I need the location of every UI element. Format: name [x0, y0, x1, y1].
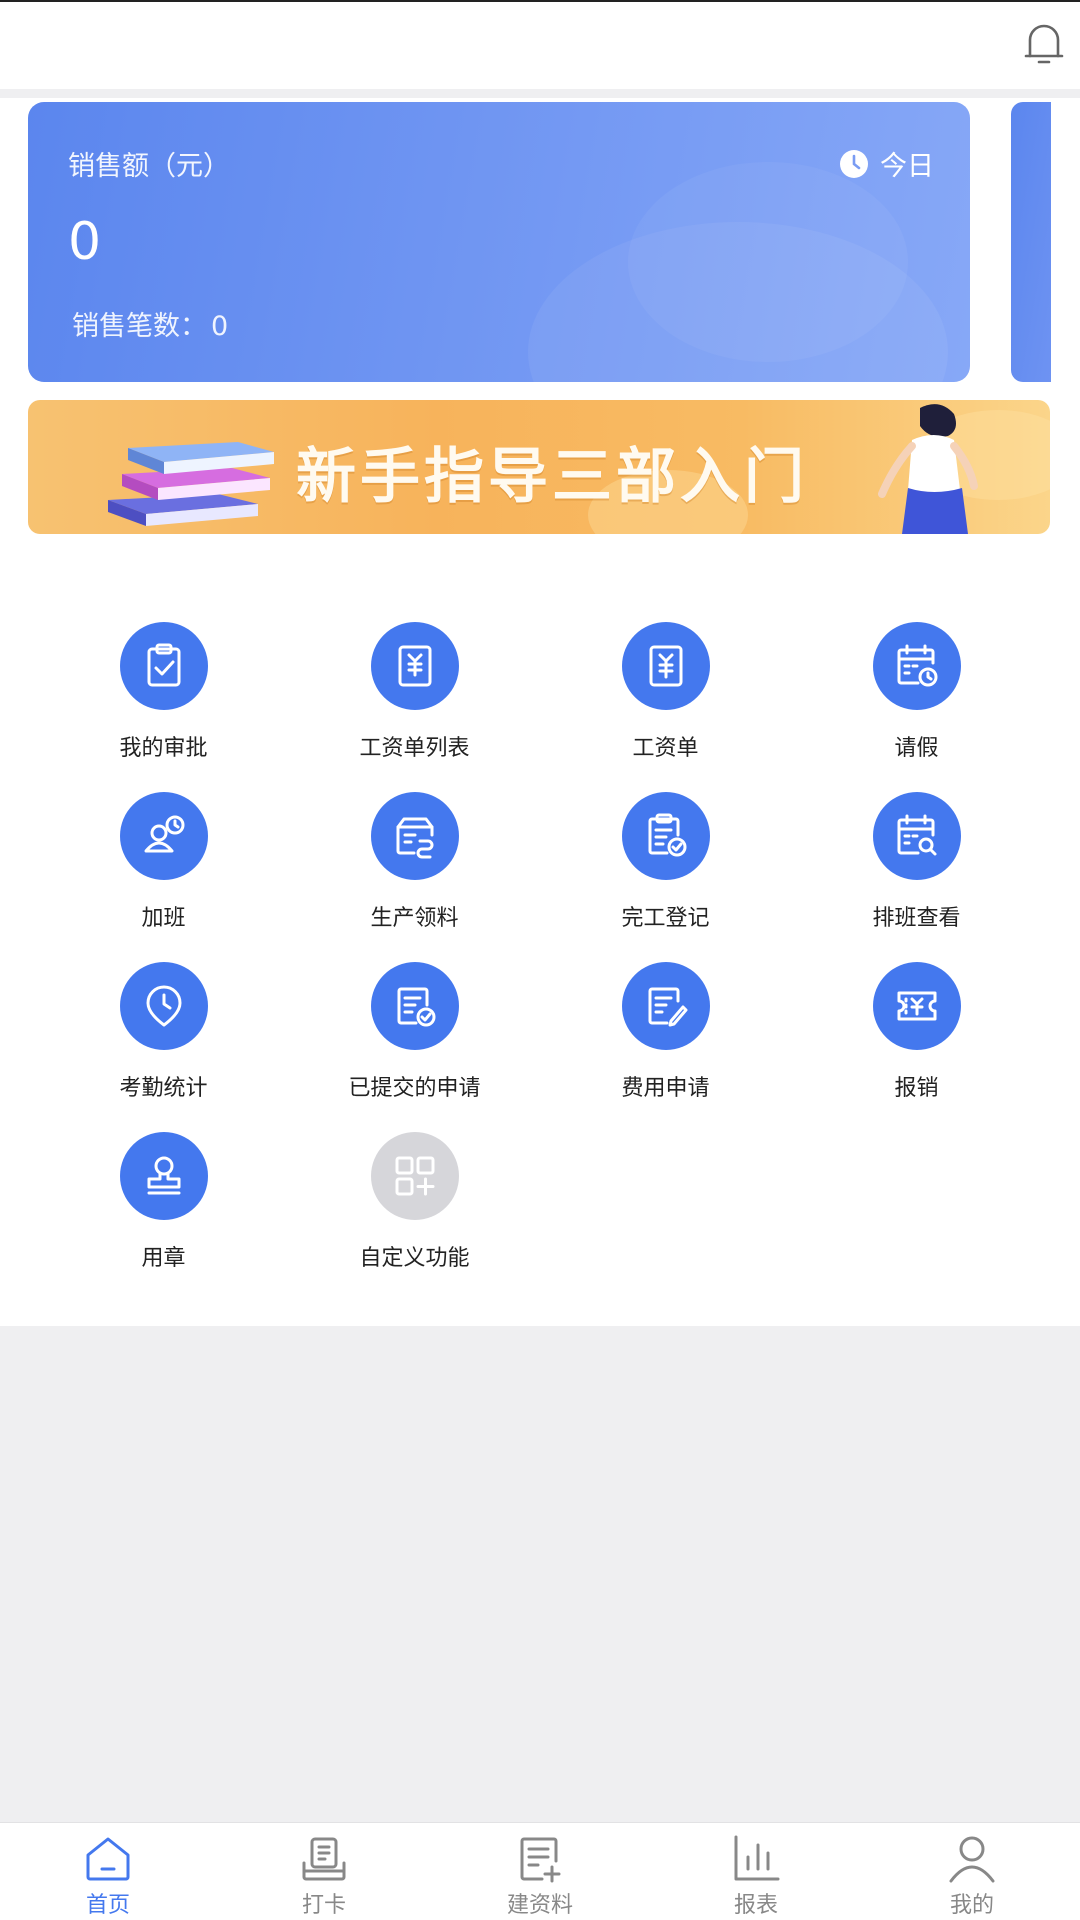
report-chart-icon	[734, 1835, 780, 1881]
function-payroll-list[interactable]: 工资单列表	[289, 622, 540, 792]
books-illustration-icon	[108, 442, 274, 526]
tab-label: 建资料	[506, 1893, 573, 1918]
function-overtime[interactable]: 加班	[38, 792, 289, 962]
attendance-clock-icon	[119, 962, 208, 1050]
approval-clipboard-icon	[119, 622, 208, 710]
function-material-requisition[interactable]: 生产领料	[289, 792, 540, 962]
submitted-application-icon	[370, 962, 459, 1050]
home-icon	[86, 1837, 130, 1881]
payslip-icon	[621, 622, 710, 710]
custom-add-icon	[370, 1132, 459, 1220]
function-custom[interactable]: 自定义功能	[289, 1132, 540, 1302]
function-label: 加班	[141, 906, 186, 931]
function-grid: 我的审批 工资单列表 工资单 请假 加班 生产领料 完工登记 排班查看 考勤统计…	[0, 622, 1080, 1302]
tab-home[interactable]: 首页	[0, 1823, 216, 1920]
function-label: 生产领料	[370, 906, 459, 931]
app-screen: 销售额（元） 今日 0 销售笔数： 0 新手指导三部入门 我的审批 工资单列表 …	[0, 0, 1080, 1920]
function-reimbursement[interactable]: 报销	[791, 962, 1042, 1132]
function-label: 工资单列表	[359, 736, 470, 761]
tab-create-data[interactable]: 建资料	[432, 1823, 648, 1920]
tab-punch[interactable]: 打卡	[216, 1823, 432, 1920]
payroll-list-icon	[370, 622, 459, 710]
expense-application-icon	[621, 962, 710, 1050]
sales-count: 销售笔数： 0	[68, 304, 228, 343]
create-document-icon	[520, 1837, 561, 1883]
tab-mine[interactable]: 我的	[864, 1823, 1080, 1920]
function-label: 工资单	[632, 736, 699, 761]
sales-amount-title: 销售额（元）	[68, 151, 230, 182]
function-leave[interactable]: 请假	[791, 622, 1042, 792]
seal-stamp-icon	[119, 1132, 208, 1220]
function-expense-application[interactable]: 费用申请	[540, 962, 791, 1132]
punch-card-icon	[302, 1837, 346, 1881]
schedule-search-icon	[872, 792, 961, 880]
next-card-peek[interactable]	[1011, 102, 1051, 382]
function-schedule-view[interactable]: 排班查看	[791, 792, 1042, 962]
bottom-tab-bar: 首页 打卡 建资料 报表 我的	[0, 1822, 1080, 1920]
function-label: 用章	[141, 1246, 186, 1271]
function-label: 考勤统计	[119, 1076, 208, 1101]
sales-count-value: 0	[211, 311, 229, 342]
notification-bell-icon[interactable]	[1022, 20, 1066, 68]
clock-icon	[840, 149, 868, 178]
woman-illustration-icon	[878, 404, 978, 534]
function-label: 请假	[894, 736, 939, 761]
tab-label: 打卡	[301, 1893, 346, 1918]
guide-banner[interactable]: 新手指导三部入门	[28, 400, 1050, 534]
function-label: 报销	[894, 1076, 939, 1101]
function-completion-registration[interactable]: 完工登记	[540, 792, 791, 962]
function-label: 排班查看	[872, 906, 961, 931]
function-label: 费用申请	[621, 1076, 710, 1101]
function-attendance-stats[interactable]: 考勤统计	[38, 962, 289, 1132]
overtime-icon	[119, 792, 208, 880]
function-label: 我的审批	[119, 736, 208, 761]
reimbursement-icon	[872, 962, 961, 1050]
leave-calendar-icon	[872, 622, 961, 710]
tab-label: 我的	[949, 1893, 994, 1918]
profile-icon	[949, 1836, 995, 1883]
function-label: 自定义功能	[359, 1246, 470, 1271]
period-label: 今日	[880, 151, 934, 182]
function-payslip[interactable]: 工资单	[540, 622, 791, 792]
function-label: 完工登记	[621, 906, 710, 931]
function-submitted-applications[interactable]: 已提交的申请	[289, 962, 540, 1132]
period-selector[interactable]: 今日	[838, 144, 934, 183]
sales-summary-card[interactable]: 销售额（元） 今日 0 销售笔数： 0	[28, 102, 970, 382]
completion-registration-icon	[621, 792, 710, 880]
tab-label: 首页	[85, 1893, 130, 1918]
banner-title: 新手指导三部入门	[296, 442, 808, 512]
material-requisition-icon	[370, 792, 459, 880]
card-decoration	[628, 162, 908, 362]
top-bar	[0, 0, 1080, 89]
tab-report[interactable]: 报表	[648, 1823, 864, 1920]
function-seal-usage[interactable]: 用章	[38, 1132, 289, 1302]
sales-amount-value: 0	[68, 212, 102, 272]
tab-label: 报表	[733, 1893, 778, 1918]
sales-count-label: 销售笔数：	[72, 311, 207, 342]
function-my-approval[interactable]: 我的审批	[38, 622, 289, 792]
function-label: 已提交的申请	[348, 1076, 481, 1101]
